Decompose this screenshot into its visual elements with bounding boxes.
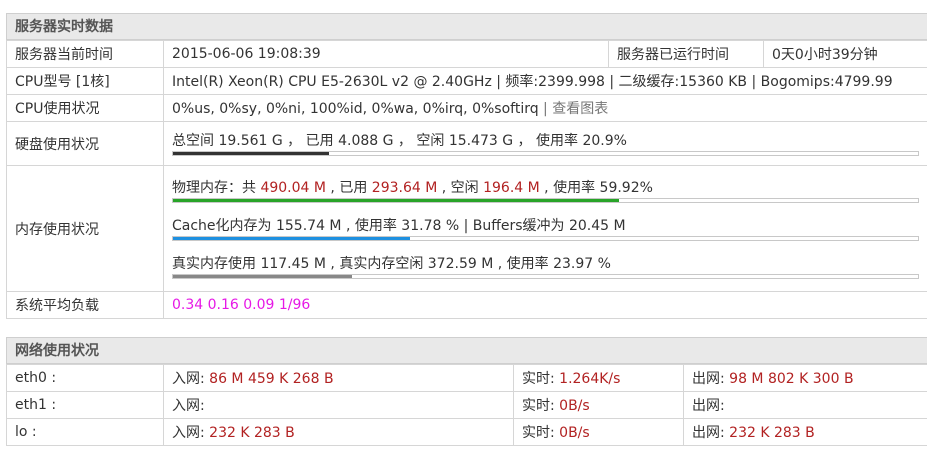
network-row: eth0 : 入网: 86 M 459 K 268 B 实时: 1.264K/s 出网…: [6, 364, 927, 392]
interface-name-cell: lo :: [6, 418, 164, 446]
net-out-label: 出网:: [692, 398, 730, 414]
net-in-label: 入网:: [172, 398, 210, 414]
net-in-value: 86 M 459 K 268 B: [209, 371, 334, 387]
net-in-label: 入网:: [172, 425, 210, 441]
phys-mem-pct-label: , 使用率: [539, 179, 600, 196]
net-in-cell: 入网: 232 K 283 B: [163, 418, 514, 446]
current-time-value: 2015-06-06 19:08:39: [163, 40, 609, 68]
net-in-cell: 入网: 86 M 459 K 268 B: [163, 364, 514, 392]
cpu-usage-label: CPU使用状况: [6, 94, 164, 122]
cpu-usage-row: CPU使用状况 0%us, 0%sy, 0%ni, 100%id, 0%wa, …: [6, 94, 927, 122]
memory-cell: 物理内存：共 490.04 M , 已用 293.64 M , 空闲 196.4…: [163, 165, 927, 292]
net-out-label: 出网:: [692, 371, 730, 387]
net-realtime-label: 实时:: [522, 398, 560, 414]
cpu-model-row: CPU型号 [1核] Intel(R) Xeon(R) CPU E5-2630L…: [6, 67, 927, 95]
net-out-value: 98 M 802 K 300 B: [729, 371, 854, 387]
phys-mem-free: 196.4 M: [483, 179, 540, 196]
load-row: 系统平均负载 0.34 0.16 0.09 1/96: [6, 291, 927, 319]
phys-mem-free-label: , 空闲: [437, 179, 484, 196]
interface-name: eth1 :: [15, 397, 57, 413]
load-value: 0.34 0.16 0.09 1/96: [163, 291, 927, 319]
cpu-model-label: CPU型号 [1核]: [6, 67, 164, 95]
phys-mem-used-label: , 已用: [325, 179, 372, 196]
server-section-title: 服务器实时数据: [6, 13, 927, 40]
net-realtime-label: 实时:: [522, 425, 560, 441]
physical-memory-bar: [172, 197, 919, 203]
disk-label: 硬盘使用状况: [6, 121, 164, 166]
net-in-cell: 入网:: [163, 391, 514, 419]
net-in-label: 入网:: [172, 371, 210, 387]
network-section-title: 网络使用状况: [6, 337, 927, 364]
real-memory-bar-fill: [173, 274, 352, 278]
cpu-usage-cell: 0%us, 0%sy, 0%ni, 100%id, 0%wa, 0%irq, 0…: [163, 94, 927, 122]
net-realtime-value: 0B/s: [559, 398, 590, 414]
net-realtime-cell: 实时: 0B/s: [513, 418, 684, 446]
interface-name: eth0 :: [15, 370, 57, 386]
cpu-usage-value: 0%us, 0%sy, 0%ni, 100%id, 0%wa, 0%irq, 0…: [172, 101, 539, 117]
interface-name: lo :: [15, 424, 37, 440]
interface-name-cell: eth0 :: [6, 364, 164, 392]
net-out-cell: 出网:: [683, 391, 927, 419]
cache-memory-text: Cache化内存为 155.74 M , 使用率 31.78 % | Buffe…: [172, 217, 626, 234]
net-in-value: 232 K 283 B: [209, 425, 295, 441]
net-realtime-cell: 实时: 0B/s: [513, 391, 684, 419]
view-chart-link[interactable]: 查看图表: [552, 101, 608, 117]
physical-memory-bar-fill: [173, 198, 620, 202]
cpu-usage-separator: |: [538, 101, 553, 117]
net-out-label: 出网:: [692, 425, 730, 441]
uptime-label: 服务器已运行时间: [608, 40, 764, 68]
server-info-table: 服务器当前时间 2015-06-06 19:08:39 服务器已运行时间 0天0…: [6, 40, 927, 319]
memory-row: 内存使用状况 物理内存：共 490.04 M , 已用 293.64 M , 空…: [6, 165, 927, 292]
net-realtime-value: 0B/s: [559, 425, 590, 441]
disk-usage-bar-fill: [173, 151, 329, 155]
phys-mem-total: 490.04 M: [260, 179, 326, 196]
net-out-value: 232 K 283 B: [729, 425, 815, 441]
cache-memory-bar: [172, 235, 919, 241]
interface-name-cell: eth1 :: [6, 391, 164, 419]
disk-usage-text: 总空间 19.561 G ， 已用 4.088 G ， 空闲 15.473 G …: [172, 132, 627, 149]
load-label: 系统平均负载: [6, 291, 164, 319]
current-time-row: 服务器当前时间 2015-06-06 19:08:39 服务器已运行时间 0天0…: [6, 40, 927, 68]
server-realtime-section: 服务器实时数据 服务器当前时间 2015-06-06 19:08:39 服务器已…: [6, 13, 927, 319]
cpu-model-value: Intel(R) Xeon(R) CPU E5-2630L v2 @ 2.40G…: [163, 67, 927, 95]
network-table: eth0 : 入网: 86 M 459 K 268 B 实时: 1.264K/s 出网…: [6, 364, 927, 446]
uptime-value: 0天0小时39分钟: [763, 40, 927, 68]
network-row: lo : 入网: 232 K 283 B 实时: 0B/s 出网: 232 K 283…: [6, 418, 927, 446]
network-row: eth1 : 入网: 实时: 0B/s 出网:: [6, 391, 927, 419]
memory-label: 内存使用状况: [6, 165, 164, 292]
net-realtime-label: 实时:: [522, 371, 560, 387]
phys-mem-used: 293.64 M: [371, 179, 438, 196]
current-time-label: 服务器当前时间: [6, 40, 164, 68]
physical-memory-text: 物理内存：共 490.04 M , 已用 293.64 M , 空闲 196.4…: [172, 179, 919, 197]
real-memory-text: 真实内存使用 117.45 M , 真实内存空闲 372.59 M , 使用率 …: [172, 255, 611, 272]
disk-usage-bar: [172, 150, 919, 156]
net-realtime-cell: 实时: 1.264K/s: [513, 364, 684, 392]
real-memory-bar: [172, 273, 919, 279]
disk-row: 硬盘使用状况 总空间 19.561 G ， 已用 4.088 G ， 空闲 15…: [6, 121, 927, 166]
net-out-cell: 出网: 98 M 802 K 300 B: [683, 364, 927, 392]
cache-memory-bar-fill: [173, 236, 410, 240]
network-section: 网络使用状况 eth0 : 入网: 86 M 459 K 268 B 实时: 1.2…: [6, 337, 927, 446]
disk-cell: 总空间 19.561 G ， 已用 4.088 G ， 空闲 15.473 G …: [163, 121, 927, 166]
net-realtime-value: 1.264K/s: [559, 371, 621, 387]
net-out-cell: 出网: 232 K 283 B: [683, 418, 927, 446]
phys-mem-prefix: 物理内存：共: [172, 179, 261, 196]
phys-mem-pct: 59.92%: [599, 179, 653, 196]
